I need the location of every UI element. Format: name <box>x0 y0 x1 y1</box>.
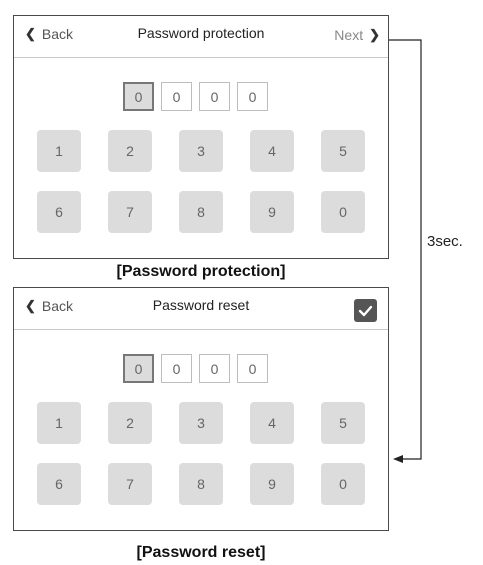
key-2[interactable]: 2 <box>108 130 152 172</box>
password-protection-screen: ❮ Back Password protection Next ❯ 0 0 0 … <box>13 15 389 259</box>
next-button[interactable]: Next ❯ <box>334 27 380 43</box>
password-digit[interactable]: 0 <box>237 354 268 383</box>
password-digit[interactable]: 0 <box>161 354 192 383</box>
confirm-button[interactable] <box>354 299 377 322</box>
key-3[interactable]: 3 <box>179 402 223 444</box>
key-7[interactable]: 7 <box>108 191 152 233</box>
key-0[interactable]: 0 <box>321 191 365 233</box>
next-label: Next <box>334 27 364 43</box>
keypad-row-1: 1 2 3 4 5 <box>37 402 365 444</box>
password-digit[interactable]: 0 <box>123 82 154 111</box>
password-digit[interactable]: 0 <box>199 354 230 383</box>
chevron-right-icon: ❯ <box>369 27 380 42</box>
reset-caption: [Password reset] <box>136 544 266 561</box>
key-0[interactable]: 0 <box>321 463 365 505</box>
key-2[interactable]: 2 <box>108 402 152 444</box>
key-8[interactable]: 8 <box>179 191 223 233</box>
keypad-row-1: 1 2 3 4 5 <box>37 130 365 172</box>
password-reset-screen: ❮ Back Password reset 0 0 0 0 1 2 3 4 5 … <box>13 287 389 531</box>
password-digits: 0 0 0 0 <box>123 82 268 111</box>
header: ❮ Back Password reset <box>14 288 388 330</box>
password-digit[interactable]: 0 <box>161 82 192 111</box>
password-digit[interactable]: 0 <box>123 354 154 383</box>
check-icon <box>358 305 373 316</box>
key-4[interactable]: 4 <box>250 402 294 444</box>
key-6[interactable]: 6 <box>37 463 81 505</box>
transition-label: 3sec. <box>427 233 463 250</box>
password-digit[interactable]: 0 <box>199 82 230 111</box>
screen-title: Password reset <box>152 297 250 313</box>
password-digit[interactable]: 0 <box>237 82 268 111</box>
key-9[interactable]: 9 <box>250 191 294 233</box>
key-7[interactable]: 7 <box>108 463 152 505</box>
key-9[interactable]: 9 <box>250 463 294 505</box>
header: ❮ Back Password protection Next ❯ <box>14 16 388 58</box>
key-8[interactable]: 8 <box>179 463 223 505</box>
protection-caption: [Password protection] <box>116 263 286 280</box>
screen-title: Password protection <box>137 25 265 41</box>
keypad-row-2: 6 7 8 9 0 <box>37 463 365 505</box>
key-5[interactable]: 5 <box>321 402 365 444</box>
key-4[interactable]: 4 <box>250 130 294 172</box>
keypad-row-2: 6 7 8 9 0 <box>37 191 365 233</box>
key-1[interactable]: 1 <box>37 402 81 444</box>
key-1[interactable]: 1 <box>37 130 81 172</box>
password-digits: 0 0 0 0 <box>123 354 268 383</box>
key-6[interactable]: 6 <box>37 191 81 233</box>
key-5[interactable]: 5 <box>321 130 365 172</box>
key-3[interactable]: 3 <box>179 130 223 172</box>
